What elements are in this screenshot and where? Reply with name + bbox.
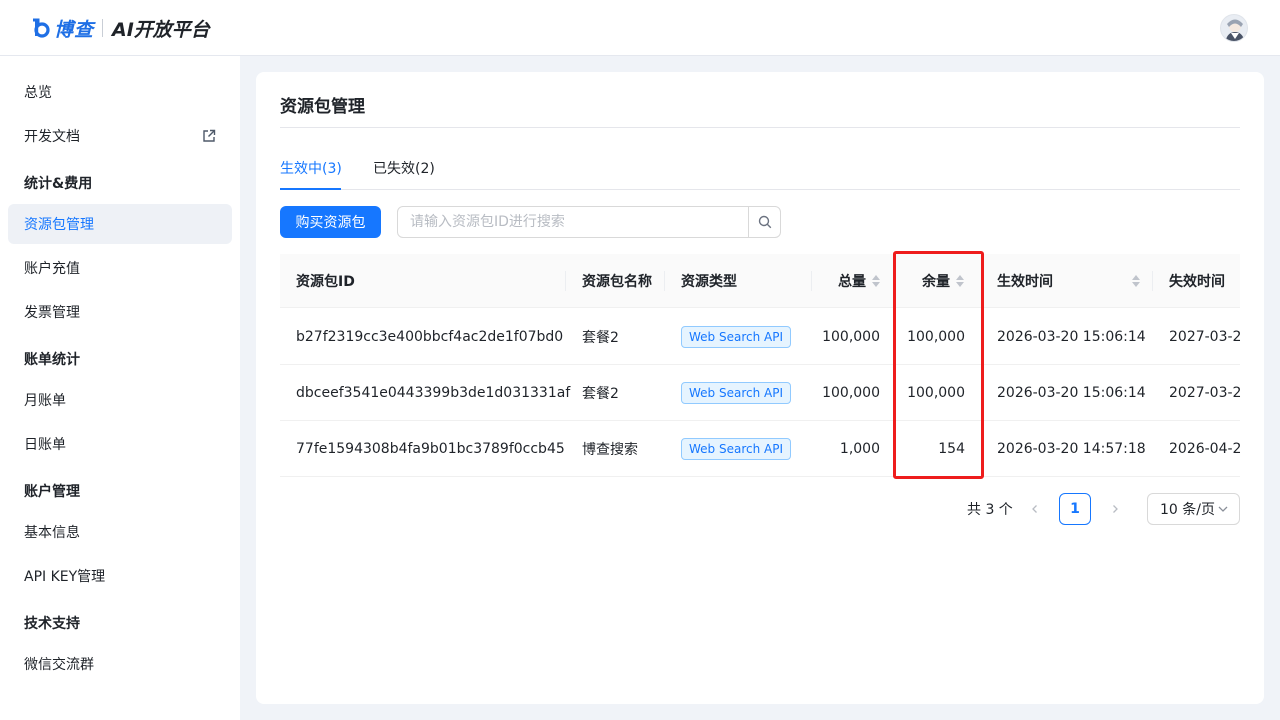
table-row[interactable]: dbceef3541e0443399b3de1d031331af 套餐2 Web… bbox=[280, 365, 1242, 421]
sidebar-item-label: 日账单 bbox=[24, 437, 66, 453]
page-size-value: 10 条/页 bbox=[1160, 502, 1215, 518]
search-button[interactable] bbox=[748, 207, 780, 237]
chevron-left-icon bbox=[1032, 505, 1037, 513]
sidebar-group-stats-billing: 统计&费用 bbox=[24, 176, 93, 192]
cell-total: 1,000 bbox=[839, 440, 880, 457]
sort-icon[interactable] bbox=[956, 274, 964, 287]
brand-name: 博查 bbox=[54, 18, 95, 41]
brand-logo-icon bbox=[33, 18, 50, 38]
sidebar-item-label: 微信交流群 bbox=[24, 657, 94, 673]
cell-total: 100,000 bbox=[822, 384, 880, 401]
sidebar-item-label: 月账单 bbox=[24, 393, 66, 409]
sidebar-group-support: 技术支持 bbox=[24, 616, 80, 632]
sidebar-item-wechat-group[interactable]: 微信交流群 bbox=[8, 644, 232, 684]
platform-title: AI开放平台 bbox=[112, 18, 210, 41]
column-divider bbox=[1152, 271, 1153, 291]
table-row[interactable]: b27f2319cc3e400bbcf4ac2de1f07bd0 套餐2 Web… bbox=[280, 309, 1242, 365]
sidebar-item-label: 总览 bbox=[24, 85, 52, 101]
cell-start-time: 2026-03-20 14:57:18 bbox=[997, 440, 1146, 457]
sidebar-group-bill-stats: 账单统计 bbox=[24, 352, 80, 368]
main-card: 资源包管理 生效中(3) 已失效(2) 购买资源包 资源包ID 资源包名称 资源… bbox=[256, 72, 1264, 704]
column-header-id: 资源包ID bbox=[296, 273, 355, 290]
cell-end-time: 2027-03-2 bbox=[1169, 328, 1242, 345]
cell-pack-id: dbceef3541e0443399b3de1d031331af bbox=[296, 384, 571, 401]
cell-end-time: 2027-03-2 bbox=[1169, 384, 1242, 401]
page-title: 资源包管理 bbox=[280, 97, 365, 117]
column-divider bbox=[565, 271, 566, 291]
sidebar-item-monthly-bill[interactable]: 月账单 bbox=[8, 380, 232, 420]
resource-type-tag: Web Search API bbox=[681, 381, 792, 404]
pagination-prev-button[interactable] bbox=[1020, 494, 1050, 524]
chevron-down-icon bbox=[1218, 506, 1228, 512]
cell-pack-id: b27f2319cc3e400bbcf4ac2de1f07bd0 bbox=[296, 328, 564, 345]
sidebar-item-label: 账户充值 bbox=[24, 261, 80, 277]
cell-total: 100,000 bbox=[822, 328, 880, 345]
cell-pack-name: 套餐2 bbox=[582, 329, 619, 346]
table-row[interactable]: 77fe1594308b4fa9b01bc3789f0ccb45 博查搜索 We… bbox=[280, 421, 1242, 477]
pagination-total: 共 3 个 bbox=[967, 502, 1013, 518]
column-header-remaining[interactable]: 余量 bbox=[896, 254, 964, 307]
column-header-remaining-label: 余量 bbox=[922, 273, 950, 290]
sidebar-item-api-key[interactable]: API KEY管理 bbox=[8, 556, 232, 596]
sidebar-item-resource-packs[interactable]: 资源包管理 bbox=[8, 204, 232, 244]
user-avatar[interactable] bbox=[1220, 14, 1248, 42]
sort-icon[interactable] bbox=[1132, 274, 1140, 287]
sort-icon[interactable] bbox=[872, 274, 880, 287]
column-header-start-sort[interactable] bbox=[1126, 254, 1140, 307]
sidebar-item-label: API KEY管理 bbox=[24, 569, 106, 585]
cell-pack-id: 77fe1594308b4fa9b01bc3789f0ccb45 bbox=[296, 440, 565, 457]
external-link-icon bbox=[203, 129, 216, 142]
cell-remaining: 100,000 bbox=[907, 328, 965, 345]
cell-start-time: 2026-03-20 15:06:14 bbox=[997, 328, 1146, 345]
cell-start-time: 2026-03-20 15:06:14 bbox=[997, 384, 1146, 401]
tab-active[interactable]: 生效中(3) bbox=[280, 158, 342, 178]
logo-divider bbox=[102, 19, 104, 37]
cell-pack-name: 博查搜索 bbox=[582, 441, 638, 458]
sidebar-item-label: 发票管理 bbox=[24, 305, 80, 321]
sidebar-item-label: 资源包管理 bbox=[24, 217, 94, 233]
title-divider bbox=[280, 127, 1240, 128]
avatar-image-icon bbox=[1221, 15, 1247, 41]
column-divider bbox=[664, 271, 665, 291]
sidebar-item-dev-docs[interactable]: 开发文档 bbox=[8, 116, 232, 156]
resource-type-tag: Web Search API bbox=[681, 437, 792, 460]
tab-active-indicator bbox=[280, 188, 341, 190]
sidebar: 总览 开发文档 统计&费用 资源包管理 账户充值 发票管理 账单统计 月账单 日… bbox=[0, 56, 240, 720]
sidebar-group-account: 账户管理 bbox=[24, 484, 80, 500]
sidebar-item-label: 基本信息 bbox=[24, 525, 80, 541]
pagination-next-button[interactable] bbox=[1100, 494, 1130, 524]
sidebar-item-invoices[interactable]: 发票管理 bbox=[8, 292, 232, 332]
search-input[interactable] bbox=[398, 207, 750, 237]
sidebar-item-label: 开发文档 bbox=[24, 129, 80, 145]
resource-type-tag: Web Search API bbox=[681, 325, 792, 348]
sidebar-item-overview[interactable]: 总览 bbox=[8, 72, 232, 112]
chevron-right-icon bbox=[1113, 505, 1118, 513]
cell-pack-name: 套餐2 bbox=[582, 385, 619, 402]
buy-resource-pack-button[interactable]: 购买资源包 bbox=[280, 206, 381, 238]
tab-expired[interactable]: 已失效(2) bbox=[373, 158, 435, 178]
pagination-page-current[interactable]: 1 bbox=[1059, 493, 1091, 525]
sidebar-item-basic-info[interactable]: 基本信息 bbox=[8, 512, 232, 552]
cell-remaining: 100,000 bbox=[907, 384, 965, 401]
search-box bbox=[397, 206, 781, 238]
sidebar-item-daily-bill[interactable]: 日账单 bbox=[8, 424, 232, 464]
status-tabs: 生效中(3) 已失效(2) bbox=[280, 156, 1240, 190]
page-size-select[interactable]: 10 条/页 bbox=[1147, 493, 1240, 525]
cell-end-time: 2026-04-2 bbox=[1169, 440, 1242, 457]
cell-remaining: 154 bbox=[938, 440, 965, 457]
column-header-name: 资源包名称 bbox=[582, 273, 652, 290]
column-header-total[interactable]: 总量 bbox=[812, 254, 880, 307]
column-header-start-time: 生效时间 bbox=[997, 273, 1053, 290]
table-header: 资源包ID 资源包名称 资源类型 总量 余量 生效时间 失效时间 bbox=[280, 254, 1240, 308]
sidebar-item-recharge[interactable]: 账户充值 bbox=[8, 248, 232, 288]
logo[interactable]: 博查 AI开放平台 bbox=[30, 14, 210, 42]
column-header-total-label: 总量 bbox=[838, 273, 866, 290]
search-icon bbox=[758, 215, 771, 229]
column-header-type: 资源类型 bbox=[681, 273, 737, 290]
column-header-end-time: 失效时间 bbox=[1169, 273, 1225, 290]
top-header: 博查 AI开放平台 bbox=[0, 0, 1280, 56]
